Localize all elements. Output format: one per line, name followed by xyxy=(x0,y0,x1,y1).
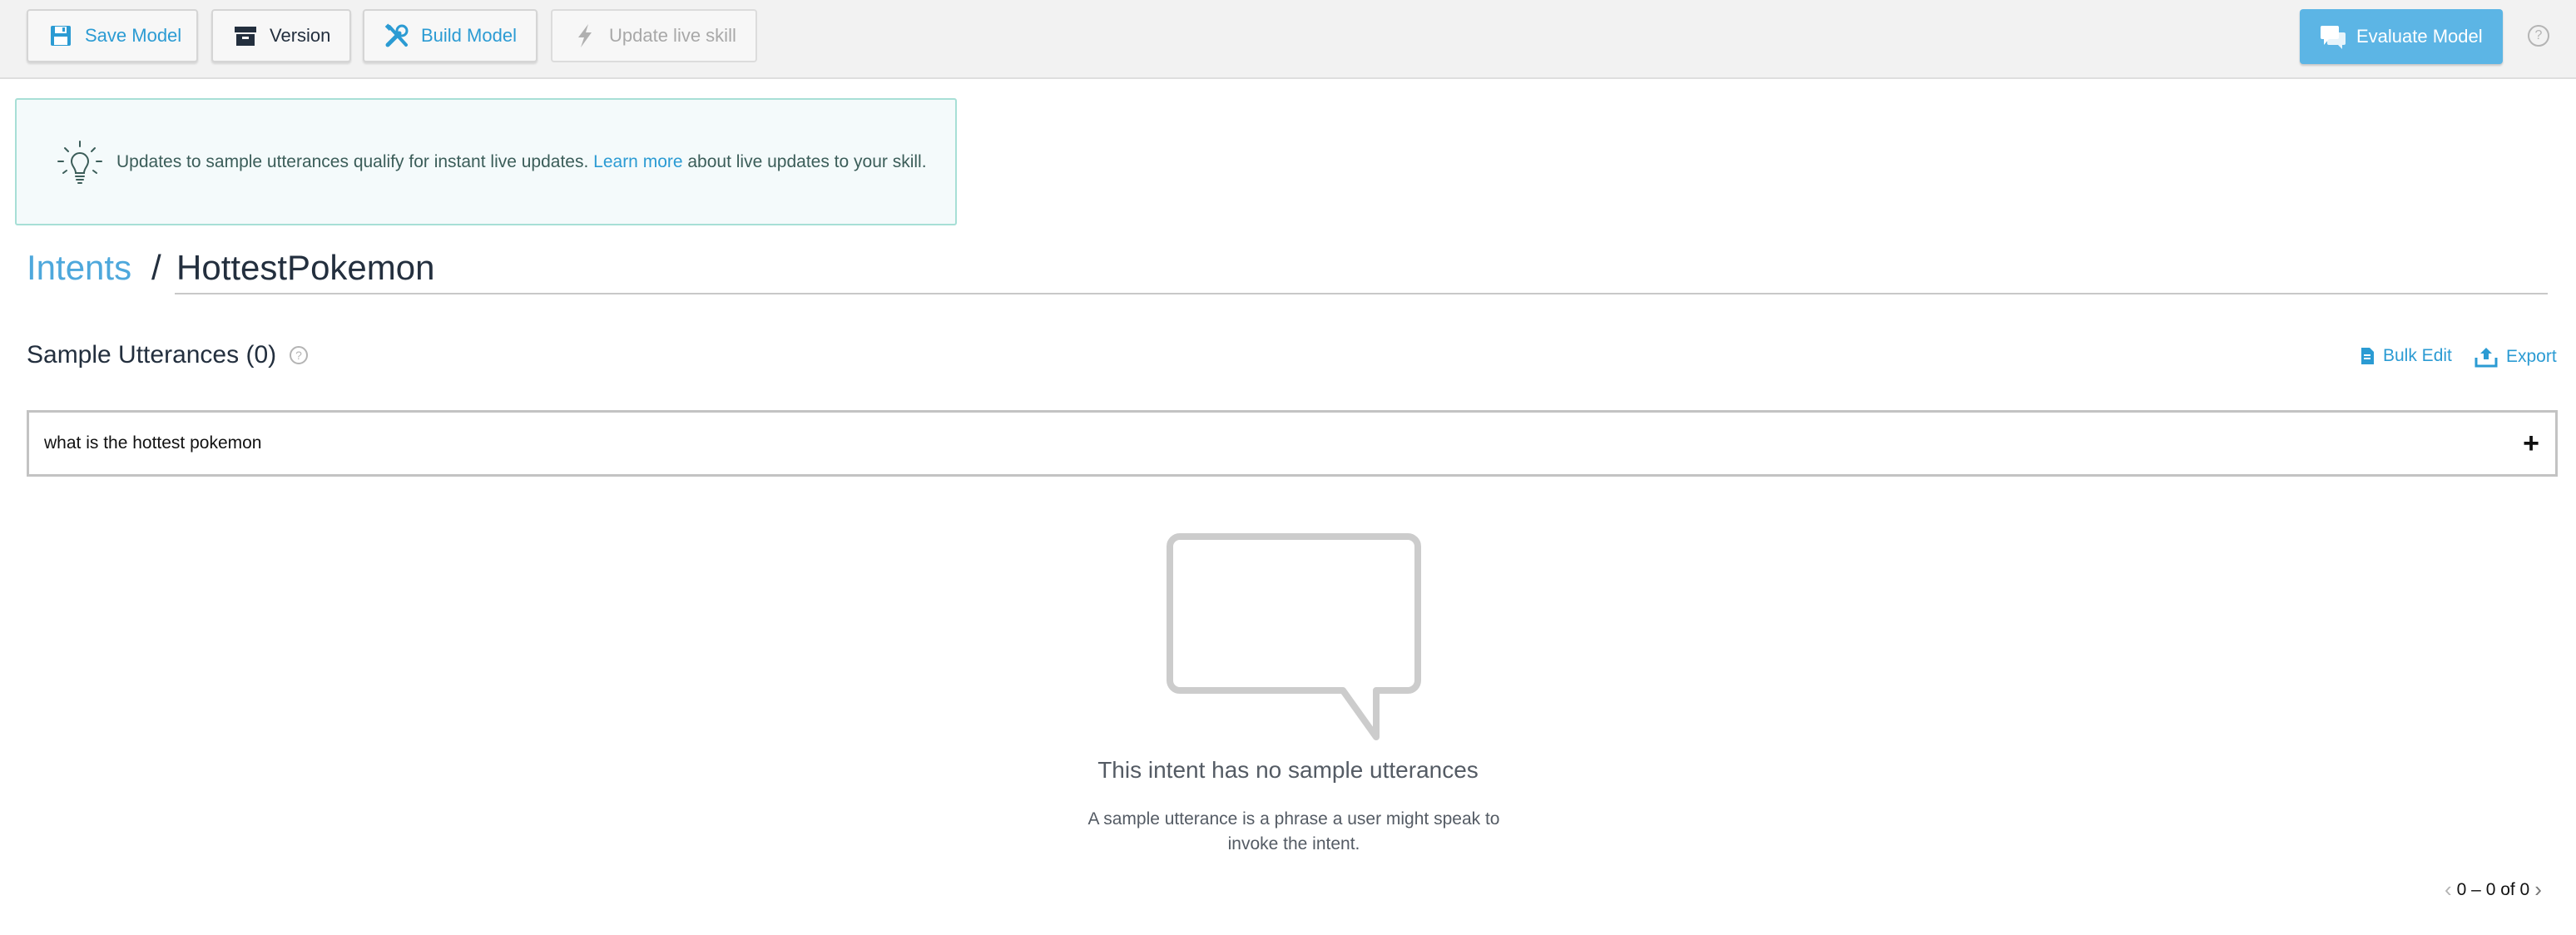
document-icon xyxy=(2360,347,2375,365)
update-live-skill-label: Update live skill xyxy=(609,25,736,46)
version-label: Version xyxy=(270,25,331,46)
evaluate-model-button[interactable]: Evaluate Model xyxy=(2300,9,2503,64)
help-icon[interactable]: ? xyxy=(2528,25,2549,47)
version-button[interactable]: Version xyxy=(211,9,351,62)
empty-state-title: This intent has no sample utterances xyxy=(1097,757,1479,783)
intent-name-field[interactable]: HottestPokemon xyxy=(176,248,435,288)
banner-message: Updates to sample utterances qualify for… xyxy=(116,152,927,172)
save-model-label: Save Model xyxy=(85,25,182,46)
utterances-help-icon[interactable]: ? xyxy=(290,346,308,364)
chat-icon xyxy=(2320,24,2346,49)
build-model-button[interactable]: Build Model xyxy=(363,9,537,62)
build-model-label: Build Model xyxy=(421,25,517,46)
bulk-edit-button[interactable]: Bulk Edit xyxy=(2360,346,2452,366)
intent-name-underline xyxy=(175,293,2548,294)
export-button[interactable]: Export xyxy=(2474,346,2557,368)
pagination-range: 0 – 0 of 0 xyxy=(2456,879,2530,899)
pagination: ‹ 0 – 0 of 0 › xyxy=(2445,877,2542,903)
next-page-button[interactable]: › xyxy=(2534,877,2542,903)
upload-icon xyxy=(2474,346,2498,368)
banner-text-after: about live updates to your skill. xyxy=(682,152,927,171)
toolbar: Save Model Version Build Model Update li… xyxy=(0,0,2576,79)
export-label: Export xyxy=(2506,347,2557,366)
sample-utterances-title: Sample Utterances (0) xyxy=(27,341,277,369)
live-updates-banner: Updates to sample utterances qualify for… xyxy=(15,98,957,225)
evaluate-model-label: Evaluate Model xyxy=(2356,26,2483,47)
tools-icon xyxy=(384,23,409,48)
save-icon xyxy=(48,23,73,48)
learn-more-link[interactable]: Learn more xyxy=(593,152,682,171)
previous-page-button[interactable]: ‹ xyxy=(2445,877,2452,903)
update-live-skill-button[interactable]: Update live skill xyxy=(551,9,757,62)
lightbulb-icon xyxy=(53,136,107,190)
utterance-input[interactable] xyxy=(44,413,2457,474)
banner-text-before: Updates to sample utterances qualify for… xyxy=(116,152,594,171)
speech-bubble-icon xyxy=(1165,532,1423,742)
bulk-edit-label: Bulk Edit xyxy=(2383,346,2452,365)
breadcrumb-intents-link[interactable]: Intents xyxy=(27,248,131,288)
utterance-input-container: + xyxy=(27,410,2558,477)
empty-state-description: A sample utterance is a phrase a user mi… xyxy=(1087,809,1500,853)
breadcrumb-separator: / xyxy=(151,248,161,287)
archive-icon xyxy=(233,23,258,48)
lightning-icon xyxy=(572,23,597,48)
save-model-button[interactable]: Save Model xyxy=(27,9,198,62)
add-utterance-button[interactable]: + xyxy=(2517,429,2545,458)
